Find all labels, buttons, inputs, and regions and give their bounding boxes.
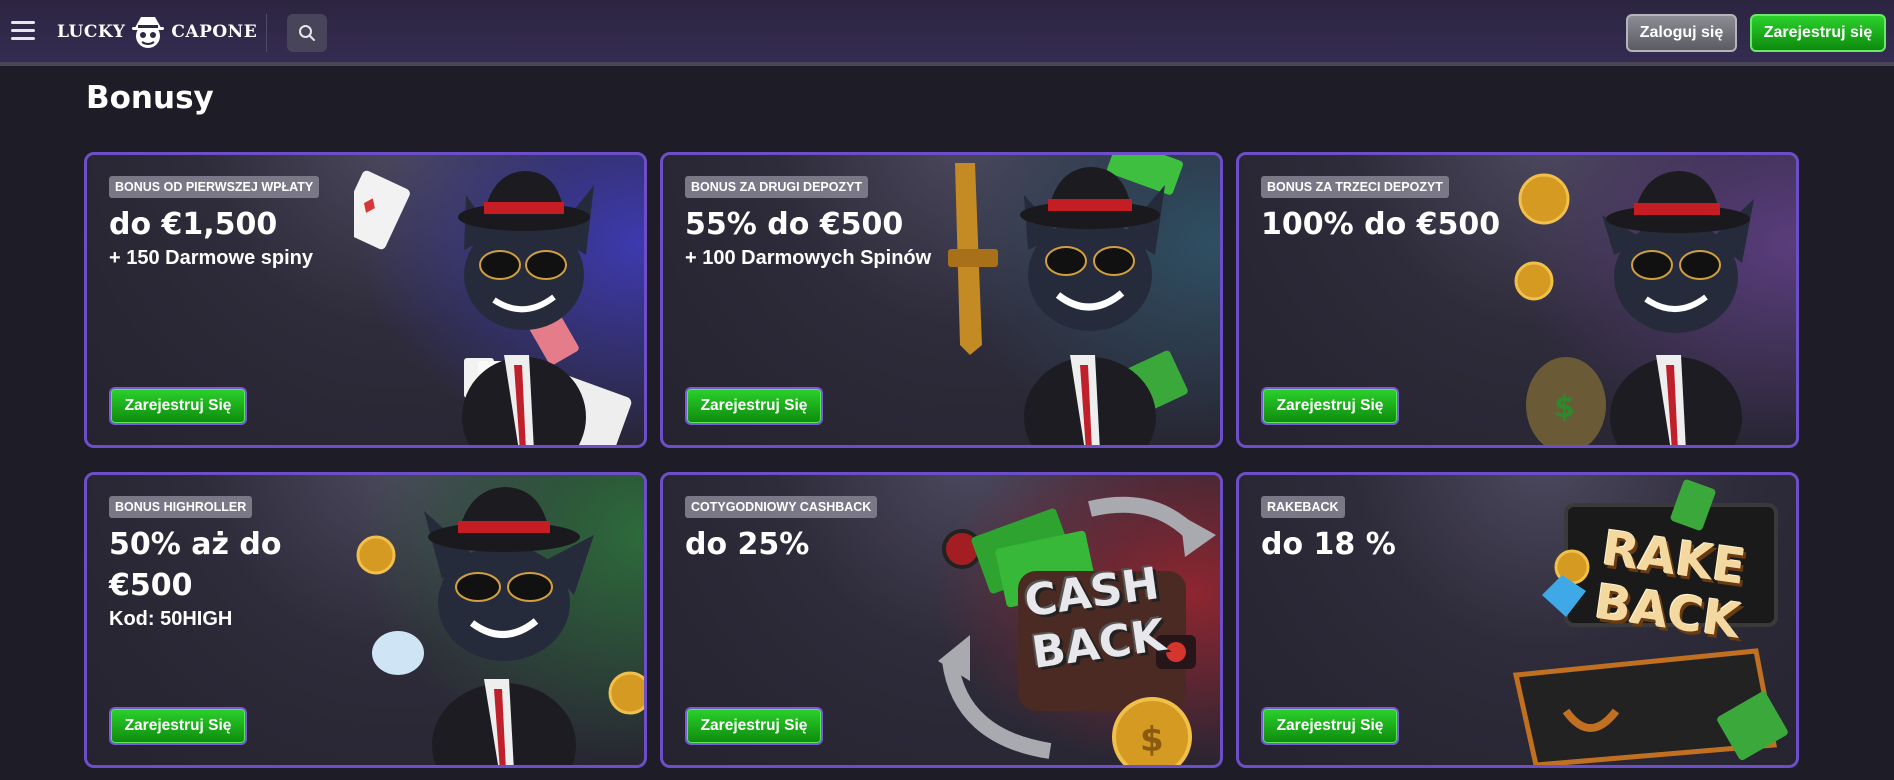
svg-text:$: $ [1140, 720, 1164, 760]
site-logo[interactable]: LUCKY CAPONE [57, 14, 257, 50]
bonus-headline: 50% aż do €500 [109, 527, 282, 603]
bonus-card-rakeback[interactable]: RAKE BACK Rakeback do 18 % Zarejestruj S… [1236, 472, 1799, 768]
rakeback-briefcase-illustration: RAKE BACK [1506, 475, 1796, 765]
bonus-card-weekly-cashback[interactable]: $ CASH BACK Cotygodniowy Cashback do 25%… [660, 472, 1223, 768]
gangster-cat-rifle-illustration [930, 155, 1220, 445]
bonus-headline: 100% do €500 [1261, 207, 1501, 242]
bonus-badge: Rakeback [1261, 496, 1345, 518]
cashback-wallet-illustration: $ CASH BACK [930, 475, 1220, 765]
bonus-badge: Bonus za trzeci depozyt [1261, 176, 1449, 198]
register-button[interactable]: Zarejestruj się [1750, 14, 1886, 52]
gangster-cat-diamond-illustration [354, 475, 644, 765]
card-register-button[interactable]: Zarejestruj Się [685, 387, 823, 425]
logo-text-left: LUCKY [57, 22, 126, 42]
search-icon [299, 25, 315, 41]
bonus-headline: do €1,500 [109, 207, 278, 242]
card-register-button[interactable]: Zarejestruj Się [1261, 707, 1399, 745]
card-register-button[interactable]: Zarejestruj Się [685, 707, 823, 745]
card-register-button[interactable]: Zarejestruj Się [109, 387, 247, 425]
page-title: Bonusy [86, 80, 214, 116]
login-button[interactable]: Zaloguj się [1626, 14, 1737, 52]
bonus-subtitle: + 150 Darmowe spiny [109, 247, 313, 269]
bonus-card-first-deposit[interactable]: Bonus od pierwszej wpłaty do €1,500 + 15… [84, 152, 647, 448]
bonus-badge: Bonus Highroller [109, 496, 253, 518]
bonus-card-highroller[interactable]: Bonus Highroller 50% aż do €500 Kod: 50H… [84, 472, 647, 768]
bonus-headline: do 18 % [1261, 527, 1396, 562]
card-register-button[interactable]: Zarejestruj Się [1261, 387, 1399, 425]
top-header: LUCKY CAPONE Zaloguj się Zarejestruj się [0, 0, 1894, 66]
header-divider [266, 14, 267, 52]
hamburger-menu-icon[interactable] [11, 21, 35, 41]
bonus-card-second-deposit[interactable]: Bonus za drugi depozyt 55% do €500 + 100… [660, 152, 1223, 448]
bonus-card-third-deposit[interactable]: $ Bonus za trzeci depozyt 100% do €500 Z… [1236, 152, 1799, 448]
svg-text:$: $ [1554, 390, 1575, 425]
bonus-code: Kod: 50HIGH [109, 608, 233, 630]
bonus-badge: Cotygodniowy Cashback [685, 496, 878, 518]
bonus-headline: do 25% [685, 527, 810, 562]
gangster-cat-cards-illustration [338, 155, 644, 445]
search-button[interactable] [287, 14, 327, 52]
logo-text-right: CAPONE [171, 22, 258, 42]
bonus-badge: Bonus za drugi depozyt [685, 176, 869, 198]
bonus-subtitle: + 100 Darmowych Spinów [685, 247, 932, 269]
cat-logo-icon [132, 17, 165, 48]
card-register-button[interactable]: Zarejestruj Się [109, 707, 247, 745]
gangster-cat-moneybag-illustration: $ [1506, 155, 1796, 445]
bonus-badge: Bonus od pierwszej wpłaty [109, 176, 320, 198]
bonus-headline: 55% do €500 [685, 207, 904, 242]
